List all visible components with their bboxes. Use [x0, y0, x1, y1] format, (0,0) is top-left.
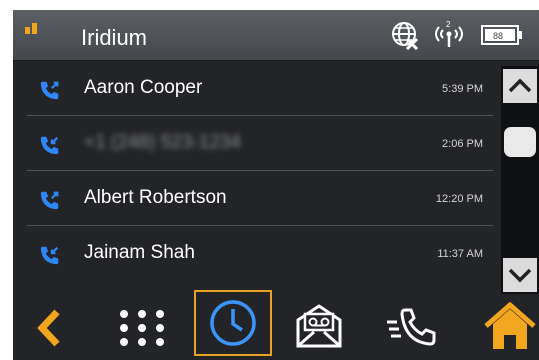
globe-icon	[392, 22, 419, 50]
incoming-call-icon	[40, 246, 59, 265]
call-time: 12:20 PM	[435, 193, 483, 205]
scroll-thumb[interactable]	[504, 127, 536, 157]
antenna-icon: 2	[435, 20, 463, 47]
call-time: 2:06 PM	[442, 138, 483, 150]
chevron-up-icon	[508, 78, 532, 93]
home-icon	[484, 301, 536, 349]
bottom-nav	[13, 290, 539, 360]
call-row[interactable]: Jainam Shah 11:37 AM	[27, 228, 493, 280]
contact-name: Albert Robertson	[84, 187, 227, 208]
status-bar: Iridium 2 88	[13, 10, 539, 61]
scroll-up-button[interactable]	[503, 69, 537, 103]
svg-text:88: 88	[493, 31, 503, 41]
recent-calls-list: Aaron Cooper 5:39 PM +1 (248) 523-1234 2…	[13, 63, 495, 278]
call-time: 11:37 AM	[437, 248, 483, 260]
keypad-icon	[120, 310, 164, 346]
phone-number: +1 (248) 523-1234	[84, 132, 241, 153]
outgoing-call-icon	[40, 81, 59, 100]
scroll-down-button[interactable]	[503, 258, 537, 292]
keypad-button[interactable]	[115, 304, 169, 352]
clock-icon	[210, 300, 256, 346]
battery-icon: 88	[481, 25, 522, 45]
voicemail-button[interactable]	[292, 300, 346, 352]
calls-button[interactable]	[383, 300, 443, 352]
phone-screen: Iridium 2 88 Aaron Cooper 5:39 PM +1 (24…	[13, 10, 539, 360]
call-row[interactable]: +1 (248) 523-1234 2:06 PM	[27, 118, 493, 171]
chevron-down-icon	[508, 268, 532, 283]
contact-name: Aaron Cooper	[84, 77, 203, 98]
scrollbar[interactable]	[501, 66, 539, 294]
svg-text:2: 2	[446, 20, 451, 29]
call-row[interactable]: Aaron Cooper 5:39 PM	[27, 63, 493, 116]
contact-name: Jainam Shah	[84, 242, 195, 263]
recents-button[interactable]	[194, 290, 272, 356]
network-name: Iridium	[81, 25, 148, 50]
back-button[interactable]	[33, 308, 67, 348]
phone-icon	[387, 308, 436, 346]
call-row[interactable]: Albert Robertson 12:20 PM	[27, 173, 493, 226]
home-button[interactable]	[483, 301, 537, 352]
outgoing-call-icon	[40, 191, 59, 210]
back-arrow-icon	[37, 309, 60, 347]
voicemail-icon	[296, 304, 342, 348]
incoming-call-icon	[40, 136, 59, 155]
call-time: 5:39 PM	[442, 83, 483, 95]
